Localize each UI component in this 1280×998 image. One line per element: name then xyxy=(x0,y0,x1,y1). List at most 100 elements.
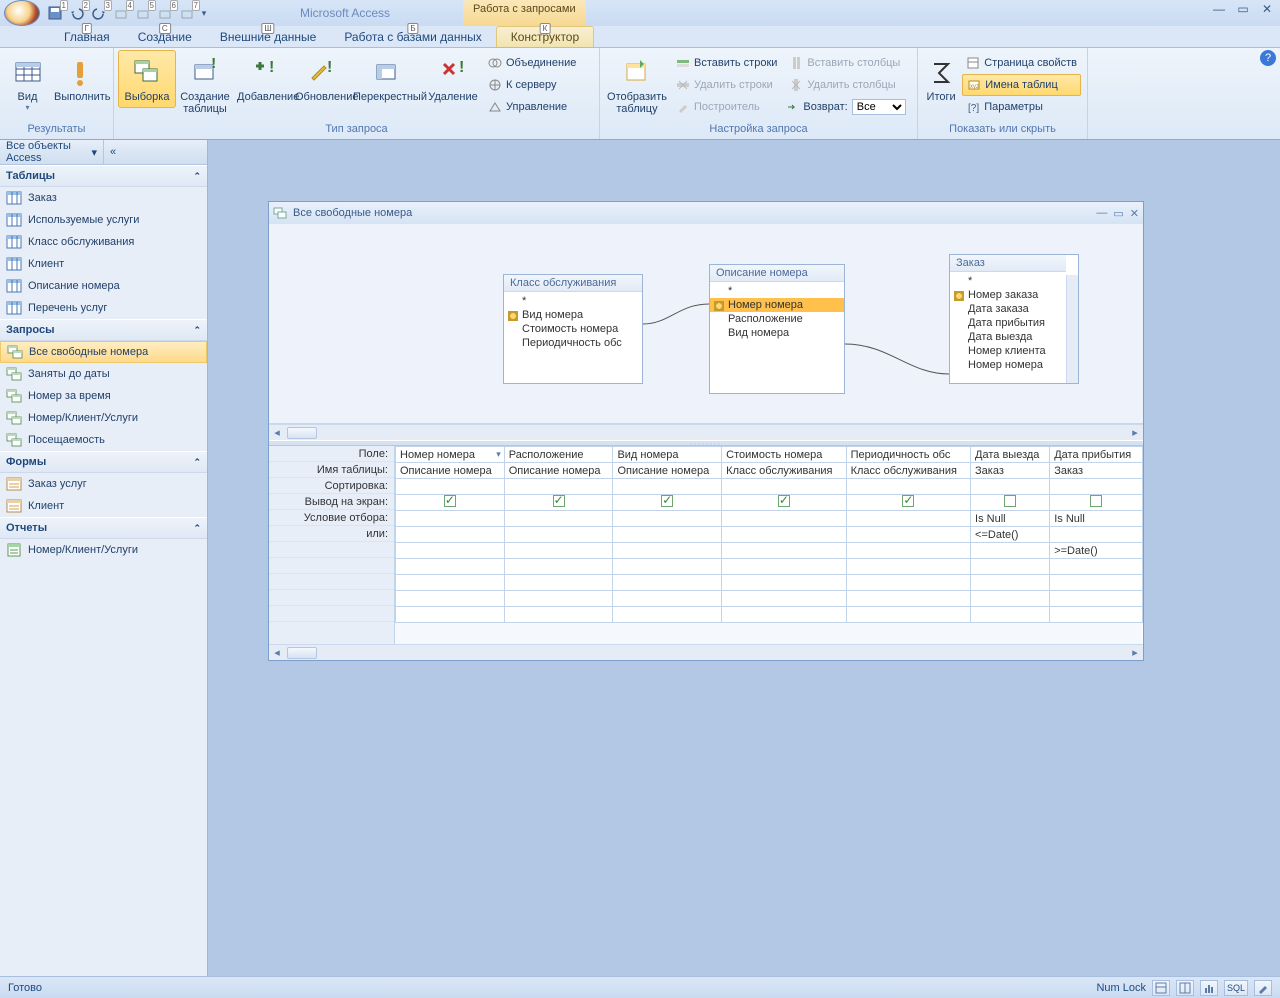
grid-cell[interactable] xyxy=(613,543,722,559)
child-close-icon[interactable]: ✕ xyxy=(1130,207,1139,220)
view-pivot-icon[interactable] xyxy=(1176,980,1194,996)
scrollbar[interactable] xyxy=(1066,275,1078,383)
grid-cell[interactable]: Is Null xyxy=(971,511,1050,527)
grid-cell[interactable] xyxy=(846,527,970,543)
grid-cell[interactable] xyxy=(971,575,1050,591)
nav-group-queries[interactable]: Запросы⌃ xyxy=(0,319,207,341)
table-field-row[interactable]: Дата прибытия xyxy=(950,316,1066,330)
grid-cell[interactable] xyxy=(613,591,722,607)
insert-cols-button[interactable]: Вставить столбцы xyxy=(785,52,905,74)
grid-cell[interactable] xyxy=(504,543,613,559)
view-datasheet-icon[interactable] xyxy=(1152,980,1170,996)
tab-external-data[interactable]: Внешние данныеШ xyxy=(206,27,331,47)
grid-cell[interactable] xyxy=(504,527,613,543)
grid-cell[interactable]: Периодичность обс xyxy=(846,447,970,463)
delete-cols-button[interactable]: Удалить столбцы xyxy=(785,74,905,96)
view-chart-icon[interactable] xyxy=(1200,980,1218,996)
nav-item[interactable]: Номер за время xyxy=(0,385,207,407)
grid-cell[interactable]: Расположение xyxy=(504,447,613,463)
grid-cell[interactable] xyxy=(971,559,1050,575)
tab-designer[interactable]: КонструкторК xyxy=(496,26,594,47)
diagram-pane[interactable]: Класс обслуживания *Вид номераСтоимость … xyxy=(269,224,1143,424)
tab-create[interactable]: СозданиеС xyxy=(124,27,206,47)
delete-query-button[interactable]: ! Удаление xyxy=(424,50,482,108)
grid-cell[interactable] xyxy=(613,559,722,575)
table-field-row[interactable]: Номер номера xyxy=(710,298,844,312)
table-field-row[interactable]: Номер заказа xyxy=(950,288,1066,302)
grid-cell[interactable] xyxy=(1050,591,1143,607)
table-field-row[interactable]: * xyxy=(950,274,1066,288)
grid-cell[interactable] xyxy=(971,607,1050,623)
grid-cell[interactable] xyxy=(613,607,722,623)
passthrough-button[interactable]: К серверу xyxy=(484,74,580,96)
table-field-row[interactable]: Вид номера xyxy=(504,308,642,322)
parameters-button[interactable]: [?]Параметры xyxy=(962,96,1081,118)
qat-customize-icon[interactable]: ▾ xyxy=(198,2,210,24)
tab-home[interactable]: ГлавнаяГ xyxy=(50,27,124,47)
grid-cell[interactable] xyxy=(613,527,722,543)
diagram-hscroll[interactable]: ◂▸ xyxy=(269,424,1143,440)
grid-cell[interactable] xyxy=(846,559,970,575)
grid-cell[interactable] xyxy=(504,591,613,607)
minimize-icon[interactable]: — xyxy=(1210,2,1228,16)
grid-hscroll[interactable]: ◂▸ xyxy=(269,644,1143,660)
grid-cell[interactable] xyxy=(1050,495,1143,511)
view-sql-button[interactable]: SQL xyxy=(1224,980,1248,996)
child-minimize-icon[interactable]: — xyxy=(1096,207,1107,220)
grid-cell[interactable] xyxy=(971,591,1050,607)
grid-cell[interactable] xyxy=(722,511,846,527)
grid-cell[interactable] xyxy=(722,527,846,543)
grid-cell[interactable]: Описание номера xyxy=(613,463,722,479)
delete-rows-button[interactable]: Удалить строки xyxy=(672,74,781,96)
nav-item[interactable]: Заняты до даты xyxy=(0,363,207,385)
design-grid[interactable]: Номер номераРасположениеВид номераСтоимо… xyxy=(395,446,1143,644)
grid-cell[interactable] xyxy=(613,511,722,527)
table-field-row[interactable]: Дата заказа xyxy=(950,302,1066,316)
grid-cell[interactable] xyxy=(1050,559,1143,575)
nav-item[interactable]: Номер/Клиент/Услуги xyxy=(0,407,207,429)
grid-cell[interactable] xyxy=(722,607,846,623)
make-table-button[interactable]: ! Создание таблицы xyxy=(176,50,234,120)
grid-cell[interactable] xyxy=(846,543,970,559)
nav-item[interactable]: Все свободные номера xyxy=(0,341,207,363)
nav-header[interactable]: Все объекты Access▾ xyxy=(0,140,103,164)
select-query-button[interactable]: Выборка xyxy=(118,50,176,108)
grid-cell[interactable] xyxy=(846,591,970,607)
view-button[interactable]: Вид ▾ xyxy=(4,50,51,117)
grid-cell[interactable]: Дата выезда xyxy=(971,447,1050,463)
grid-cell[interactable] xyxy=(1050,527,1143,543)
grid-cell[interactable] xyxy=(396,591,505,607)
grid-cell[interactable] xyxy=(396,511,505,527)
table-field-row[interactable]: * xyxy=(504,294,642,308)
qat-item-6[interactable]: 6 xyxy=(154,2,176,24)
grid-cell[interactable] xyxy=(396,543,505,559)
qat-item-4[interactable]: <4 xyxy=(110,2,132,24)
table-field-row[interactable]: Номер номера xyxy=(950,358,1066,372)
union-button[interactable]: Объединение xyxy=(484,52,580,74)
table-field-row[interactable]: Дата выезда xyxy=(950,330,1066,344)
qat-item-5[interactable]: 5 xyxy=(132,2,154,24)
nav-item[interactable]: Клиент xyxy=(0,253,207,275)
grid-cell[interactable] xyxy=(722,543,846,559)
grid-cell[interactable] xyxy=(504,511,613,527)
builder-button[interactable]: Построитель xyxy=(672,96,781,118)
grid-cell[interactable]: Номер номера xyxy=(396,447,505,463)
grid-cell[interactable] xyxy=(846,495,970,511)
nav-item[interactable]: Перечень услуг xyxy=(0,297,207,319)
nav-item[interactable]: Используемые услуги xyxy=(0,209,207,231)
grid-cell[interactable] xyxy=(846,607,970,623)
grid-cell[interactable] xyxy=(1050,607,1143,623)
grid-cell[interactable] xyxy=(396,607,505,623)
grid-cell[interactable]: Описание номера xyxy=(396,463,505,479)
child-window-titlebar[interactable]: Все свободные номера — ▭ ✕ xyxy=(269,202,1143,224)
grid-cell[interactable]: Is Null xyxy=(1050,511,1143,527)
qat-save-icon[interactable]: 1 xyxy=(44,2,66,24)
table-field-row[interactable]: Вид номера xyxy=(710,326,844,340)
grid-cell[interactable] xyxy=(396,527,505,543)
run-button[interactable]: Выполнить xyxy=(51,50,109,108)
grid-cell[interactable] xyxy=(846,575,970,591)
grid-cell[interactable] xyxy=(504,607,613,623)
table-field-row[interactable]: Периодичность обс xyxy=(504,336,642,350)
grid-cell[interactable] xyxy=(1050,479,1143,495)
grid-cell[interactable] xyxy=(971,543,1050,559)
